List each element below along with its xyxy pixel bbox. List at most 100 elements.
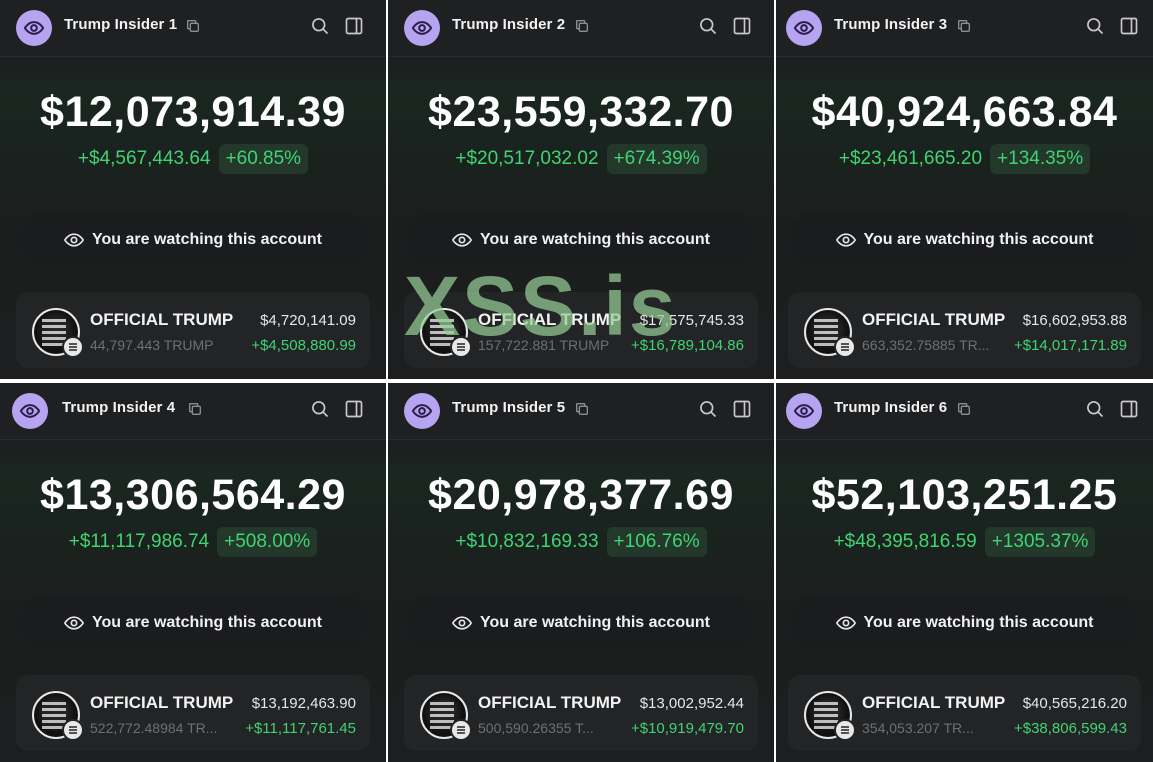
total-balance: $40,924,663.84 (811, 88, 1118, 136)
token-pnl: +$11,117,761.45 (245, 720, 356, 737)
token-row[interactable]: OFFICIAL TRUMP $13,002,952.44 500,590.26… (404, 675, 758, 751)
total-balance: $23,559,332.70 (428, 88, 734, 136)
token-value: $16,602,953.88 (1022, 312, 1127, 329)
pnl-amount: +$4,567,443.64 (77, 148, 211, 169)
wallet-header: Trump Insider 1 (0, 0, 386, 57)
watching-button[interactable]: You are watching this account (16, 595, 370, 651)
token-pnl: +$38,806,599.43 (1013, 720, 1127, 737)
account-name: Trump Insider 5 (452, 399, 566, 416)
watching-label: You are watching this account (863, 231, 1094, 248)
watching-label: You are watching this account (92, 614, 322, 631)
solana-icon (834, 719, 856, 741)
copy-icon[interactable] (574, 18, 590, 34)
token-quantity: 522,772.48984 TR... (90, 720, 218, 736)
token-value: $17,575,745.33 (639, 312, 744, 329)
token-quantity: 500,590.26355 T... (478, 720, 594, 736)
eye-icon (835, 616, 856, 630)
account-name: Trump Insider 4 (62, 399, 176, 416)
pnl-row: +$10,832,169.33 +106.76% (388, 527, 774, 557)
watching-button[interactable]: You are watching this account (404, 595, 758, 651)
total-balance: $52,103,251.25 (811, 471, 1118, 519)
wallet-header: Trump Insider 5 (388, 383, 774, 440)
token-name: OFFICIAL TRUMP (478, 310, 622, 329)
pnl-amount: +$11,117,986.74 (68, 531, 210, 552)
eye-icon (64, 233, 85, 247)
search-icon[interactable] (1085, 399, 1105, 419)
solana-icon (450, 719, 472, 741)
token-pnl: +$10,919,479.70 (630, 720, 744, 737)
pnl-row: +$11,117,986.74 +508.00% (0, 527, 386, 557)
total-balance: $13,306,564.29 (40, 471, 346, 519)
token-row[interactable]: OFFICIAL TRUMP $4,720,141.09 44,797.443 … (16, 292, 370, 368)
token-pnl: +$4,508,880.99 (251, 337, 356, 354)
account-avatar[interactable] (12, 393, 48, 429)
token-value: $13,002,952.44 (639, 695, 744, 712)
account-avatar[interactable] (786, 393, 822, 429)
eye-icon (20, 404, 40, 418)
copy-icon[interactable] (574, 401, 590, 417)
wallet-panel: Trump Insider 3 $40,924,663.84 +$23,461,… (776, 0, 1153, 379)
token-pnl: +$16,789,104.86 (630, 337, 744, 354)
copy-icon[interactable] (956, 401, 972, 417)
token-row[interactable]: OFFICIAL TRUMP $13,192,463.90 522,772.48… (16, 675, 370, 751)
token-row[interactable]: OFFICIAL TRUMP $16,602,953.88 663,352.75… (788, 292, 1141, 368)
account-avatar[interactable] (404, 393, 440, 429)
account-name: Trump Insider 2 (452, 16, 566, 33)
eye-icon (835, 233, 856, 247)
account-name: Trump Insider 1 (64, 16, 178, 33)
sidebar-toggle-icon[interactable] (1119, 16, 1139, 36)
copy-icon[interactable] (187, 401, 203, 417)
wallet-panel: Trump Insider 5 $20,978,377.69 +$10,832,… (388, 383, 774, 762)
sidebar-toggle-icon[interactable] (732, 16, 752, 36)
account-avatar[interactable] (404, 10, 440, 46)
token-value: $40,565,216.20 (1022, 695, 1127, 712)
pnl-amount: +$23,461,665.20 (838, 148, 983, 169)
account-avatar[interactable] (786, 10, 822, 46)
token-value: $4,720,141.09 (260, 312, 356, 329)
eye-icon (794, 404, 814, 418)
token-row[interactable]: OFFICIAL TRUMP $17,575,745.33 157,722.88… (404, 292, 758, 368)
account-avatar[interactable] (16, 10, 52, 46)
watching-label: You are watching this account (92, 231, 322, 248)
wallet-grid: Trump Insider 1 $12,073,914.39 +$4,567,4… (0, 0, 1153, 762)
watching-label: You are watching this account (480, 231, 710, 248)
eye-icon (452, 233, 473, 247)
sidebar-toggle-icon[interactable] (344, 16, 364, 36)
copy-icon[interactable] (185, 18, 201, 34)
watching-button[interactable]: You are watching this account (16, 212, 370, 268)
search-icon[interactable] (698, 399, 718, 419)
account-name: Trump Insider 3 (834, 16, 948, 33)
wallet-header: Trump Insider 6 (776, 383, 1153, 440)
eye-icon (24, 21, 44, 35)
solana-icon (834, 336, 856, 358)
search-icon[interactable] (698, 16, 718, 36)
wallet-panel: Trump Insider 6 $52,103,251.25 +$48,395,… (776, 383, 1153, 762)
wallet-panel: Trump Insider 1 $12,073,914.39 +$4,567,4… (0, 0, 386, 379)
sidebar-toggle-icon[interactable] (1119, 399, 1139, 419)
copy-icon[interactable] (956, 18, 972, 34)
search-icon[interactable] (1085, 16, 1105, 36)
solana-icon (62, 719, 84, 741)
total-balance: $12,073,914.39 (40, 88, 346, 136)
pnl-row: +$20,517,032.02 +674.39% (388, 144, 774, 174)
token-pnl: +$14,017,171.89 (1013, 337, 1127, 354)
pnl-row: +$4,567,443.64 +60.85% (0, 144, 386, 174)
watching-button[interactable]: You are watching this account (788, 212, 1141, 268)
eye-icon (64, 616, 85, 630)
pnl-amount: +$48,395,816.59 (833, 531, 977, 552)
account-name: Trump Insider 6 (834, 399, 948, 416)
watching-button[interactable]: You are watching this account (404, 212, 758, 268)
token-quantity: 157,722.881 TRUMP (478, 337, 610, 353)
watching-button[interactable]: You are watching this account (788, 595, 1141, 651)
search-icon[interactable] (310, 16, 330, 36)
token-quantity: 354,053.207 TR... (862, 720, 974, 736)
token-row[interactable]: OFFICIAL TRUMP $40,565,216.20 354,053.20… (788, 675, 1141, 751)
pnl-percent-badge: +674.39% (606, 144, 707, 174)
pnl-row: +$48,395,816.59 +1305.37% (776, 527, 1153, 557)
token-quantity: 663,352.75885 TR... (862, 337, 990, 353)
sidebar-toggle-icon[interactable] (732, 399, 752, 419)
watching-label: You are watching this account (863, 614, 1094, 631)
search-icon[interactable] (310, 399, 330, 419)
pnl-amount: +$20,517,032.02 (455, 148, 599, 169)
sidebar-toggle-icon[interactable] (344, 399, 364, 419)
